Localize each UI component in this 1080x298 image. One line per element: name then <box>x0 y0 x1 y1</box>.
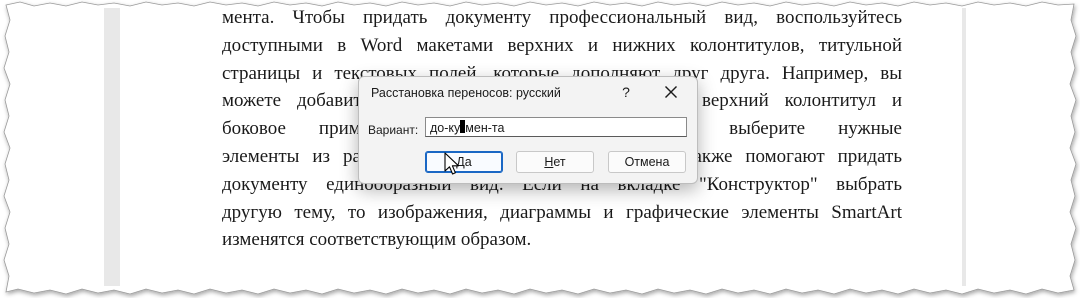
document-line: изменятся соответствующим образом. <box>222 229 532 251</box>
yes-button[interactable]: Да <box>425 151 503 173</box>
variant-text-after-caret: мен-та <box>465 121 505 135</box>
mouse-pointer-icon <box>444 152 460 175</box>
no-button-label: ет <box>553 155 566 169</box>
document-line: доступными в Word макетами верхних и ниж… <box>222 34 902 56</box>
help-button[interactable]: ? <box>614 81 638 103</box>
close-button[interactable] <box>657 81 685 103</box>
cancel-button[interactable]: Отмена <box>608 151 686 173</box>
variant-text-before-caret: до-ку <box>430 121 461 135</box>
document-line: мента. Чтобы придать документу профессио… <box>222 7 902 28</box>
document-line: другую тему, то изображения, диаграммы и… <box>222 201 902 223</box>
variant-label: Вариант: <box>368 123 419 137</box>
dialog-title: Расстановка переносов: русский <box>371 86 561 100</box>
hyphenation-dialog: Расстановка переносов: русский ? Вариант… <box>358 76 698 184</box>
close-icon <box>665 86 677 98</box>
variant-input[interactable]: до-ку мен-та <box>425 117 687 137</box>
no-button[interactable]: Нет <box>516 151 594 173</box>
yes-button-label: а <box>464 155 472 169</box>
